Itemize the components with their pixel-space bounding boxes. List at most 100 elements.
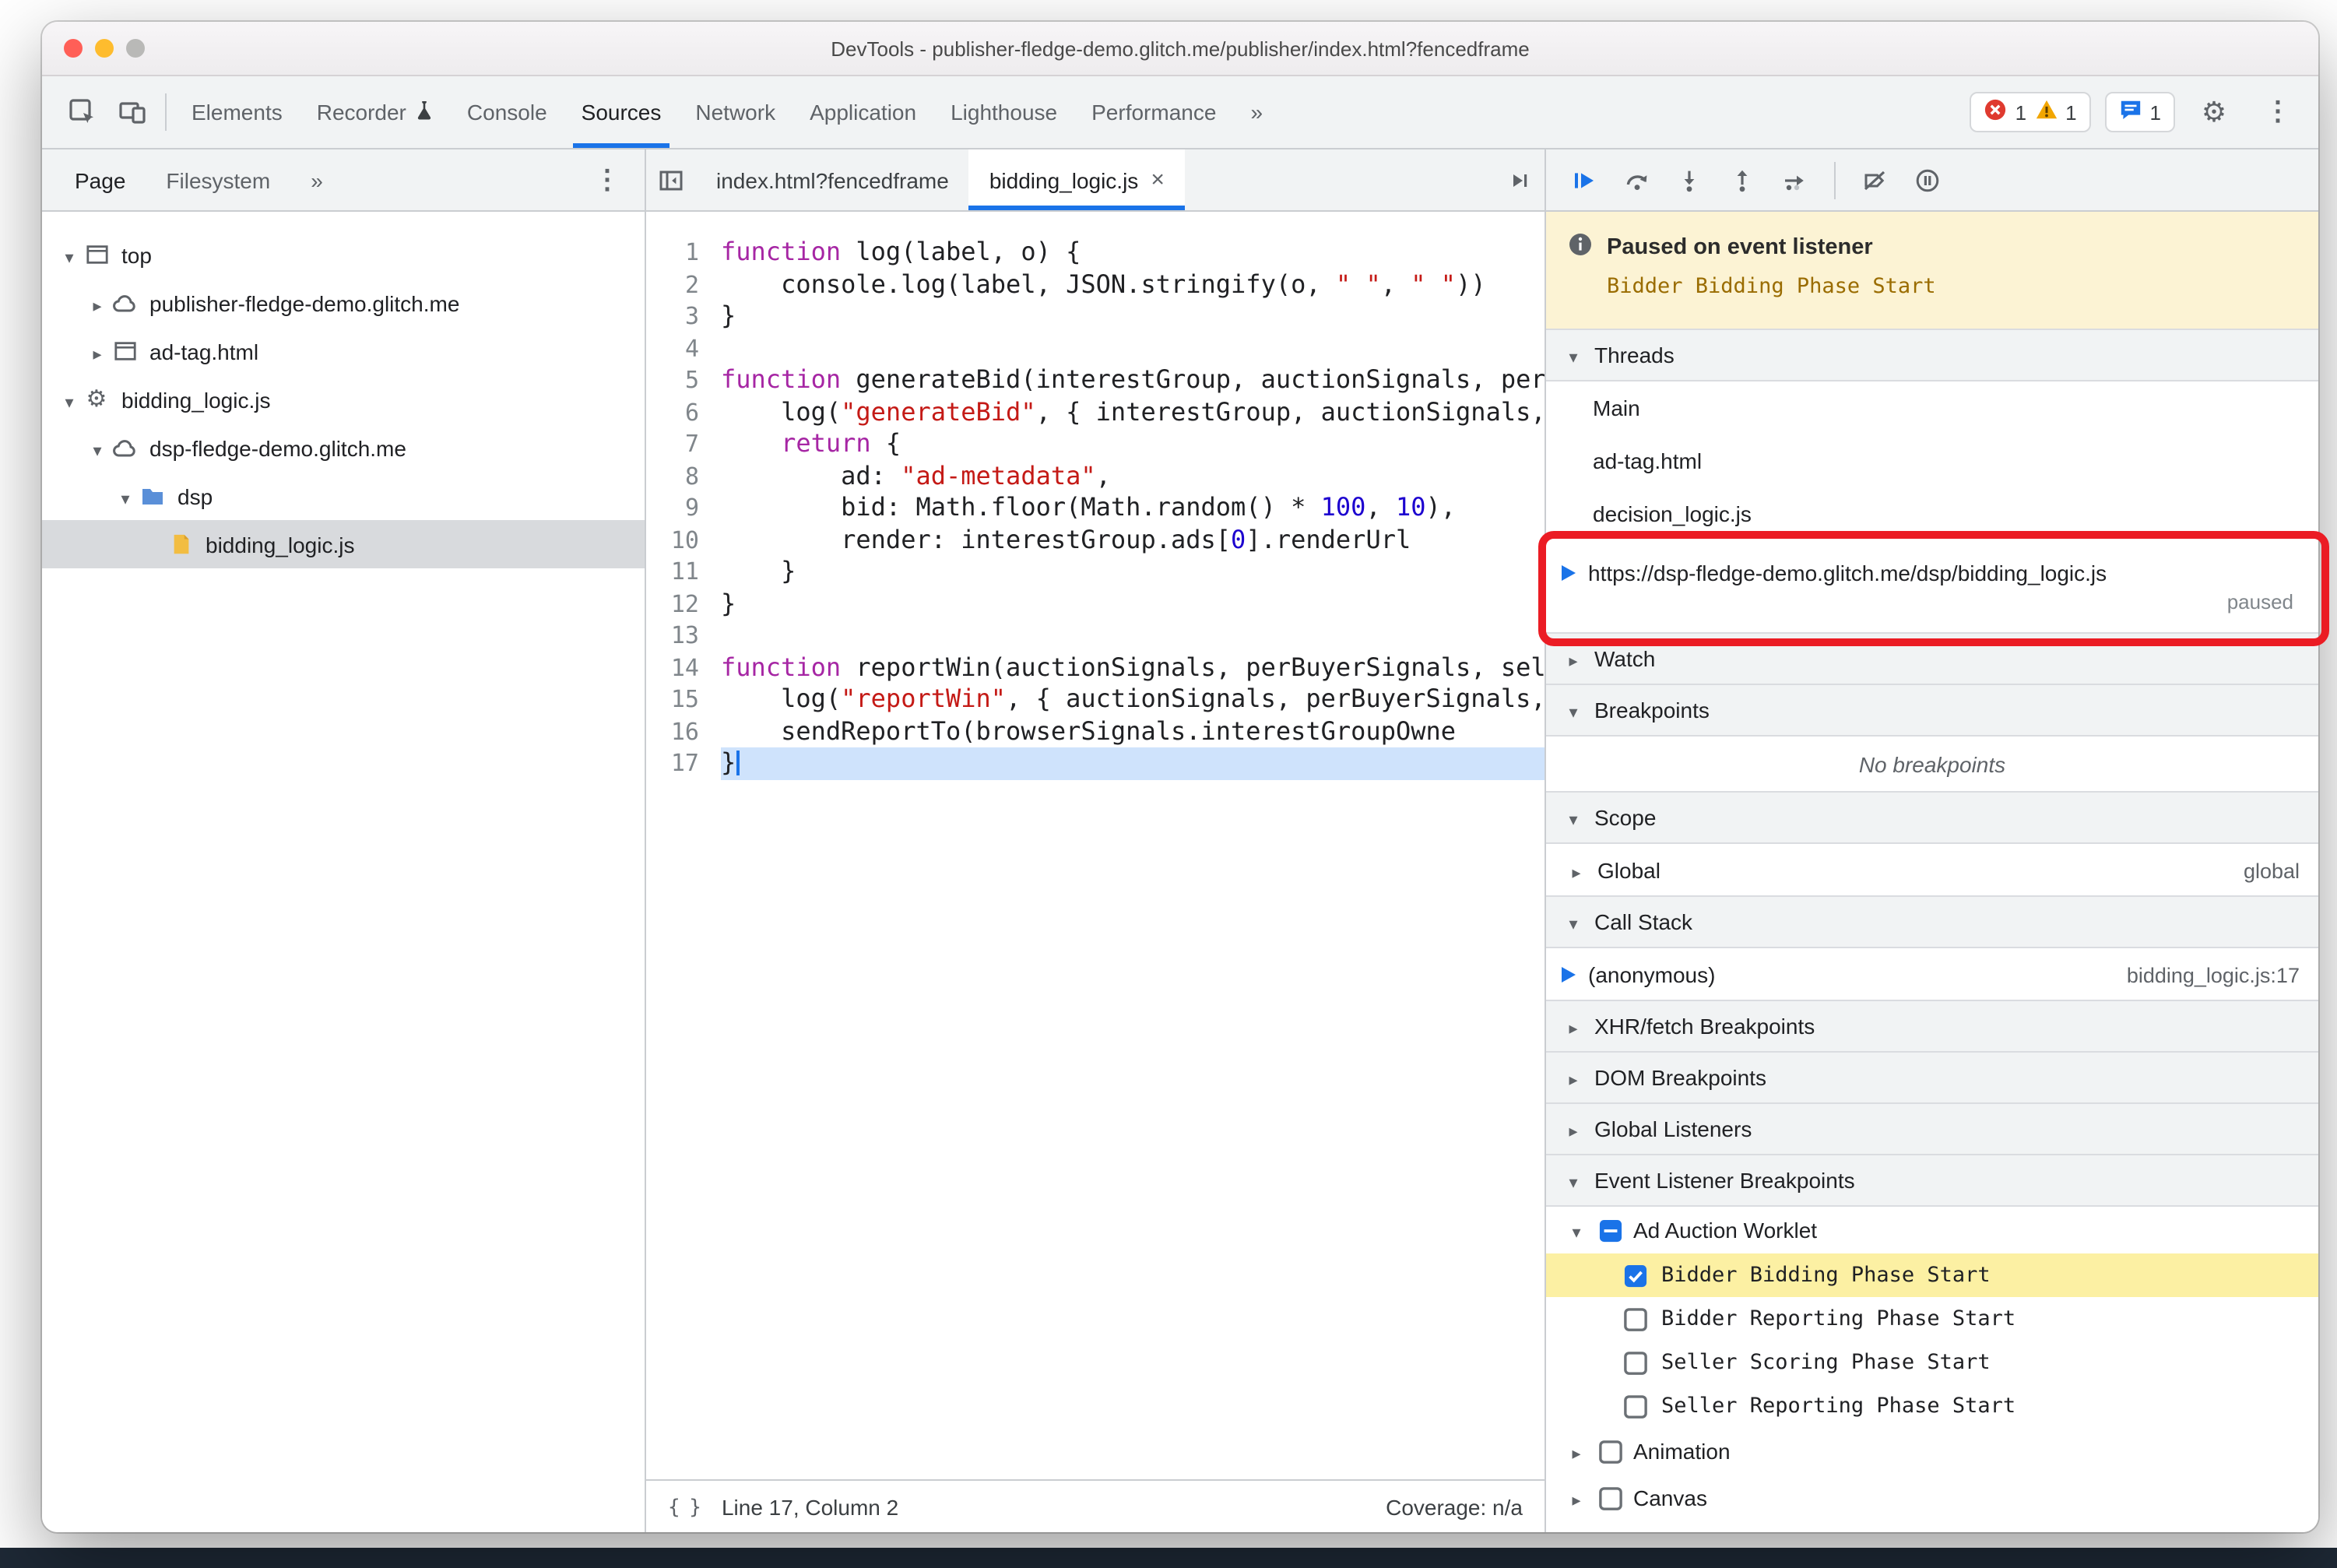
disclosure-triangle-icon[interactable] <box>86 435 109 460</box>
step-into-icon[interactable] <box>1668 160 1711 200</box>
tree-item-top[interactable]: top <box>42 230 645 279</box>
code-line-content[interactable]: bid: Math.floor(Math.random() * 100, 10)… <box>721 492 1545 524</box>
inspect-element-button[interactable] <box>58 87 107 137</box>
thread-row[interactable]: ad-tag.html <box>1546 434 2318 487</box>
settings-gear-icon[interactable] <box>2189 87 2239 137</box>
disclosure-triangle-icon[interactable] <box>58 387 81 412</box>
pretty-print-icon[interactable] <box>668 1493 700 1520</box>
code-line-content[interactable]: sendReportTo(browserSignals.interestGrou… <box>721 715 1545 747</box>
disclosure-triangle-icon[interactable] <box>1565 1485 1588 1510</box>
checkbox-unchecked[interactable] <box>1599 1440 1622 1463</box>
code-line-content[interactable]: function reportWin(auctionSignals, perBu… <box>721 652 1545 684</box>
tab-network[interactable]: Network <box>678 76 792 148</box>
code-line-content[interactable]: } <box>721 556 1545 588</box>
tab-performance[interactable]: Performance <box>1074 76 1233 148</box>
line-number[interactable]: 16 <box>646 715 721 747</box>
line-number[interactable]: 15 <box>646 684 721 715</box>
navigator-tab-filesystem[interactable]: Filesystem <box>146 149 290 210</box>
line-number[interactable]: 3 <box>646 301 721 332</box>
pause-on-exceptions-icon[interactable] <box>1906 160 1949 200</box>
line-number[interactable]: 12 <box>646 588 721 620</box>
disclosure-triangle-icon[interactable] <box>1565 1439 1588 1464</box>
event-listener-breakpoints-section-header[interactable]: Event Listener Breakpoints <box>1546 1154 2318 1207</box>
line-number[interactable]: 14 <box>646 652 721 684</box>
elb-item-seller-reporting-phase-start[interactable]: Seller Reporting Phase Start <box>1546 1384 2318 1428</box>
line-number[interactable]: 17 <box>646 747 721 779</box>
tab-recorder[interactable]: Recorder <box>300 76 450 148</box>
zoom-window-button[interactable] <box>126 39 145 58</box>
code-line-content[interactable]: function generateBid(interestGroup, auct… <box>721 364 1545 396</box>
deactivate-breakpoints-icon[interactable] <box>1853 160 1896 200</box>
dom-breakpoints-section-header[interactable]: DOM Breakpoints <box>1546 1051 2318 1104</box>
checkbox-unchecked[interactable] <box>1624 1394 1647 1418</box>
code-line-content[interactable]: } <box>721 301 1545 332</box>
threads-section-header[interactable]: Threads <box>1546 329 2318 381</box>
line-number[interactable]: 9 <box>646 492 721 524</box>
line-number[interactable]: 13 <box>646 620 721 652</box>
watch-section-header[interactable]: Watch <box>1546 632 2318 685</box>
navigator-tab-more[interactable]: » <box>290 149 343 210</box>
scope-section-header[interactable]: Scope <box>1546 791 2318 844</box>
editor-tab-bidding-logic[interactable]: bidding_logic.js × <box>968 149 1185 210</box>
line-number[interactable]: 11 <box>646 556 721 588</box>
step-over-icon[interactable] <box>1615 160 1658 200</box>
code-line-content[interactable]: function log(label, o) { <box>721 237 1545 269</box>
tree-item-ad-tag-html[interactable]: ad-tag.html <box>42 327 645 375</box>
tree-item-bidding-logic-js[interactable]: ⚙ bidding_logic.js <box>42 375 645 424</box>
code-editor[interactable]: 1 function log(label, o) {2 console.log(l… <box>646 212 1545 1479</box>
xhr-breakpoints-section-header[interactable]: XHR/fetch Breakpoints <box>1546 1000 2318 1053</box>
elb-group-animation[interactable]: Animation <box>1546 1428 2318 1475</box>
thread-row[interactable]: Main <box>1546 381 2318 434</box>
breakpoints-section-header[interactable]: Breakpoints <box>1546 684 2318 737</box>
checkbox-unchecked[interactable] <box>1624 1351 1647 1374</box>
line-number[interactable]: 1 <box>646 237 721 269</box>
disclosure-triangle-icon[interactable] <box>86 290 109 315</box>
elb-item-bidder-bidding-phase-start[interactable]: Bidder Bidding Phase Start <box>1546 1253 2318 1297</box>
checkbox-checked[interactable] <box>1624 1264 1647 1287</box>
minimize-window-button[interactable] <box>95 39 114 58</box>
tab-console[interactable]: Console <box>450 76 564 148</box>
line-number[interactable]: 10 <box>646 524 721 556</box>
navigator-menu-kebab-icon[interactable] <box>582 155 632 205</box>
call-stack-section-header[interactable]: Call Stack <box>1546 895 2318 948</box>
call-stack-frame-row[interactable]: (anonymous) bidding_logic.js:17 <box>1546 948 2318 1001</box>
navigator-tab-page[interactable]: Page <box>54 149 146 210</box>
checkbox-unchecked[interactable] <box>1624 1307 1647 1331</box>
tree-item-bidding-logic-js[interactable]: bidding_logic.js <box>42 520 645 568</box>
code-line-content[interactable] <box>721 620 1545 652</box>
disclosure-triangle-icon[interactable] <box>1565 1218 1588 1243</box>
open-file-navigation-icon[interactable] <box>1495 155 1545 205</box>
tab-application[interactable]: Application <box>792 76 933 148</box>
line-number[interactable]: 2 <box>646 269 721 301</box>
devtools-menu-kebab-icon[interactable] <box>2253 87 2303 137</box>
code-line-content[interactable]: return { <box>721 428 1545 460</box>
code-line-content[interactable]: log("reportWin", { auctionSignals, perBu… <box>721 684 1545 715</box>
code-line-content[interactable]: } <box>721 588 1545 620</box>
thread-row-current[interactable]: https://dsp-fledge-demo.glitch.me/dsp/bi… <box>1546 540 2318 634</box>
code-line-content[interactable]: log("generateBid", { interestGroup, auct… <box>721 396 1545 428</box>
disclosure-triangle-icon[interactable] <box>86 339 109 364</box>
device-toolbar-toggle-button[interactable] <box>107 87 157 137</box>
line-number[interactable]: 6 <box>646 396 721 428</box>
close-tab-icon[interactable]: × <box>1151 167 1165 193</box>
editor-tab-index-html[interactable]: index.html?fencedframe <box>696 149 969 210</box>
global-listeners-section-header[interactable]: Global Listeners <box>1546 1102 2318 1155</box>
tab-sources[interactable]: Sources <box>564 76 679 148</box>
tree-item-dsp-fledge-demo-glitch-me[interactable]: dsp-fledge-demo.glitch.me <box>42 424 645 472</box>
scope-global-row[interactable]: Global global <box>1546 844 2318 897</box>
checkbox-indeterminate[interactable] <box>1599 1218 1622 1242</box>
code-line-content[interactable]: } <box>721 747 1545 779</box>
tree-item-dsp[interactable]: dsp <box>42 472 645 520</box>
tab-more[interactable]: » <box>1233 76 1280 148</box>
elb-group-ad-auction-worklet[interactable]: Ad Auction Worklet <box>1546 1207 2318 1253</box>
elb-item-bidder-reporting-phase-start[interactable]: Bidder Reporting Phase Start <box>1546 1297 2318 1341</box>
step-icon[interactable] <box>1773 160 1817 200</box>
step-out-icon[interactable] <box>1720 160 1764 200</box>
code-line-content[interactable]: render: interestGroup.ads[0].renderUrl <box>721 524 1545 556</box>
tab-elements[interactable]: Elements <box>174 76 300 148</box>
code-line-content[interactable]: console.log(label, JSON.stringify(o, " "… <box>721 269 1545 301</box>
disclosure-triangle-icon[interactable] <box>58 242 81 267</box>
tree-item-publisher-fledge-demo-glitch-me[interactable]: publisher-fledge-demo.glitch.me <box>42 279 645 327</box>
issues-badge[interactable]: 1 <box>2104 92 2175 132</box>
line-number[interactable]: 5 <box>646 364 721 396</box>
